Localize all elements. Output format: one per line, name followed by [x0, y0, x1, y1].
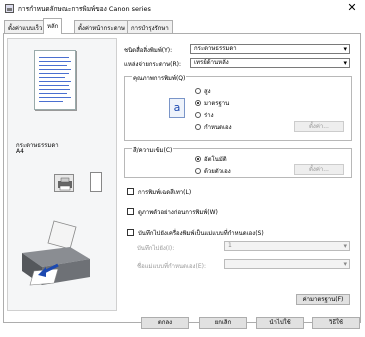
preview-before-print-checkbox[interactable]: ดูภาพตัวอย่างก่อนการพิมพ์(W) [127, 207, 218, 217]
quality-a-icon: a [169, 98, 185, 118]
media-type-label: ชนิดสื่อสิ่งพิมพ์(Y): [124, 47, 173, 54]
color-intensity-title: สี/ความเข้ม(C) [132, 145, 174, 155]
quality-draft-radio[interactable]: ร่าง [195, 110, 214, 120]
tab-quick-setup[interactable]: ตั้งค่าแบบเร็ว [4, 20, 47, 33]
printer-illustration [14, 215, 94, 295]
tab-main[interactable]: หลัก [43, 18, 63, 34]
printer-app-icon [5, 4, 14, 13]
apply-button[interactable]: นำไปใช้ [256, 317, 304, 329]
tab-maintenance[interactable]: การบำรุงรักษา [127, 20, 173, 33]
save-to-select[interactable]: 1 [224, 241, 350, 251]
quality-custom-radio[interactable]: กำหนดเอง [195, 122, 232, 132]
grayscale-checkbox[interactable]: การพิมพ์เฉดสีเทา(L) [127, 187, 191, 197]
color-manual-radio[interactable]: ด้วยตัวเอง [195, 166, 231, 176]
media-type-select[interactable]: กระดาษธรรมดา [190, 44, 350, 54]
defaults-button[interactable]: ค่ามาตรฐาน(F) [296, 294, 350, 305]
save-to-label: บันทึกไปยัง(I): [137, 245, 175, 252]
help-button[interactable]: วิธีใช้ [312, 317, 360, 329]
window-title: การกำหนดลักษณะการพิมพ์ของ Canon series [18, 5, 151, 13]
cancel-button[interactable]: ยกเลิก [199, 317, 247, 329]
quality-high-radio[interactable]: สูง [195, 86, 211, 96]
quality-standard-radio[interactable]: มาตรฐาน [195, 98, 229, 108]
ok-button[interactable]: ตกลง [141, 317, 189, 329]
paper-source-select[interactable]: เทรย์ด้านหลัง [190, 58, 350, 68]
tab-page-setup[interactable]: ตั้งค่าหน้ากระดาษ [74, 20, 129, 33]
quality-set-button[interactable]: ตั้งค่า... [294, 121, 344, 132]
template-name-field[interactable] [224, 259, 350, 269]
paper-source-label: แหล่งจ่ายกระดาษ(R): [124, 61, 181, 68]
printer-button-icon[interactable] [54, 174, 74, 192]
color-auto-radio[interactable]: อัตโนมัติ [195, 154, 227, 164]
save-custom-template-checkbox[interactable]: บันทึกไปยังเครื่องพิมพ์เป็นแม่แบบที่กำหน… [127, 228, 264, 238]
paper-button-icon[interactable] [90, 172, 102, 192]
close-button[interactable]: ✕ [345, 1, 359, 15]
template-name-label: ชื่อแม่แบบที่กำหนดเอง(E): [137, 263, 206, 270]
print-quality-title: คุณภาพการพิมพ์(Q) [132, 73, 187, 83]
preview-paper-size: A4 [16, 148, 24, 155]
page-preview [34, 50, 76, 110]
color-set-button[interactable]: ตั้งค่า... [294, 164, 344, 175]
title-bar: การกำหนดลักษณะการพิมพ์ของ Canon series ✕ [0, 0, 365, 17]
